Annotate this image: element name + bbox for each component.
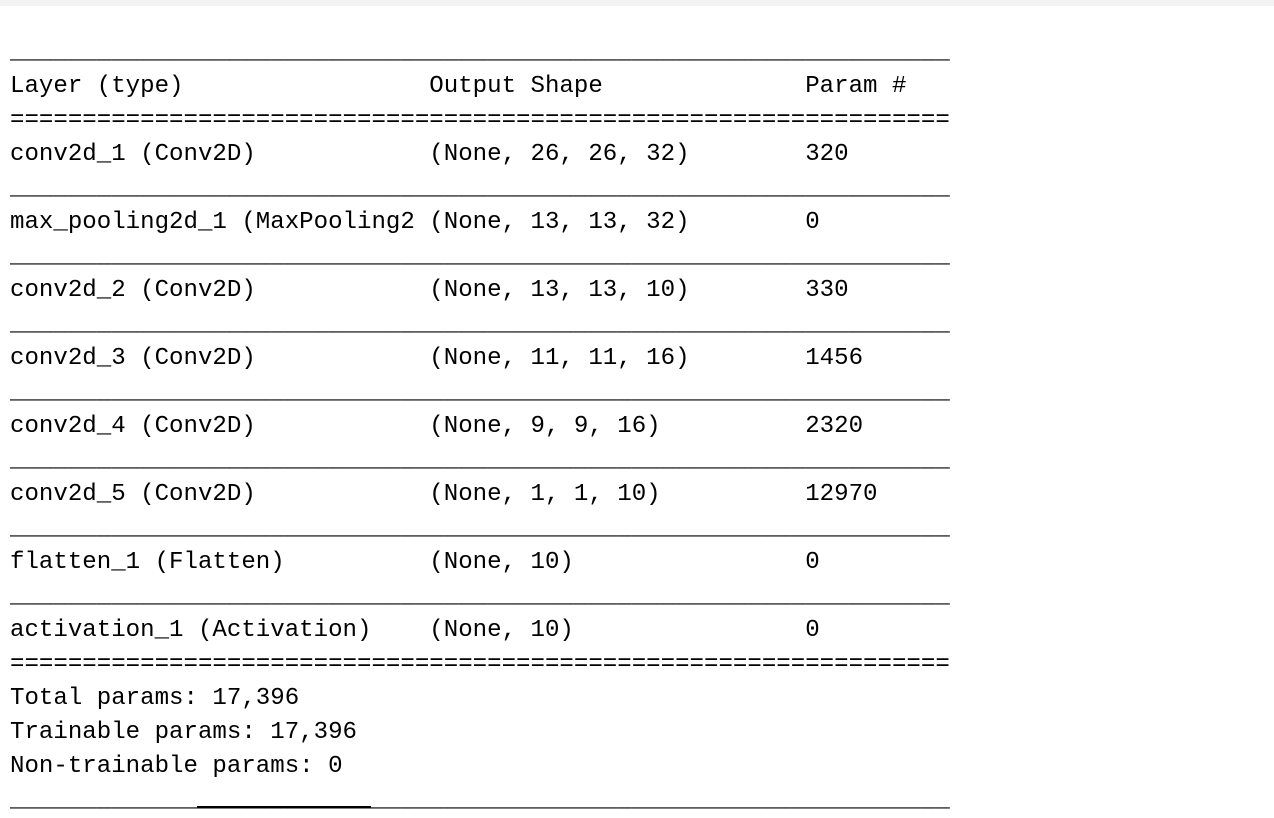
table-header: Layer (type) Output Shape Param # bbox=[10, 73, 950, 100]
rule-line: ________________________________________… bbox=[10, 583, 950, 610]
table-row: activation_1 (Activation) (None, 10) 0 bbox=[10, 617, 950, 644]
non-trainable-params: Non-trainable params: 0 bbox=[10, 753, 343, 780]
rule-line: ________________________________________… bbox=[10, 311, 950, 338]
trainable-params: Trainable params: 17,396 bbox=[10, 719, 358, 746]
double-rule-line: ========================================… bbox=[10, 651, 950, 678]
rule-line: ________________________________________… bbox=[10, 175, 950, 202]
rule-line: ________________________________________… bbox=[10, 39, 950, 66]
table-row: max_pooling2d_1 (MaxPooling2 (None, 13, … bbox=[10, 209, 950, 236]
table-row: conv2d_2 (Conv2D) (None, 13, 13, 10) 330 bbox=[10, 277, 950, 304]
table-row: conv2d_3 (Conv2D) (None, 11, 11, 16) 145… bbox=[10, 345, 950, 372]
table-row: conv2d_1 (Conv2D) (None, 26, 26, 32) 320 bbox=[10, 141, 950, 168]
next-cell-edge bbox=[197, 806, 371, 810]
rule-line: ________________________________________… bbox=[10, 787, 950, 814]
rule-line: ________________________________________… bbox=[10, 243, 950, 270]
rule-line: ________________________________________… bbox=[10, 515, 950, 542]
rule-line: ________________________________________… bbox=[10, 447, 950, 474]
rule-line: ________________________________________… bbox=[10, 379, 950, 406]
total-params: Total params: 17,396 bbox=[10, 685, 300, 712]
table-row: conv2d_5 (Conv2D) (None, 1, 1, 10) 12970 bbox=[10, 481, 950, 508]
top-band bbox=[0, 0, 1274, 6]
table-row: flatten_1 (Flatten) (None, 10) 0 bbox=[10, 549, 950, 576]
double-rule-line: ========================================… bbox=[10, 107, 950, 134]
model-summary-output: ________________________________________… bbox=[10, 36, 950, 818]
table-row: conv2d_4 (Conv2D) (None, 9, 9, 16) 2320 bbox=[10, 413, 950, 440]
